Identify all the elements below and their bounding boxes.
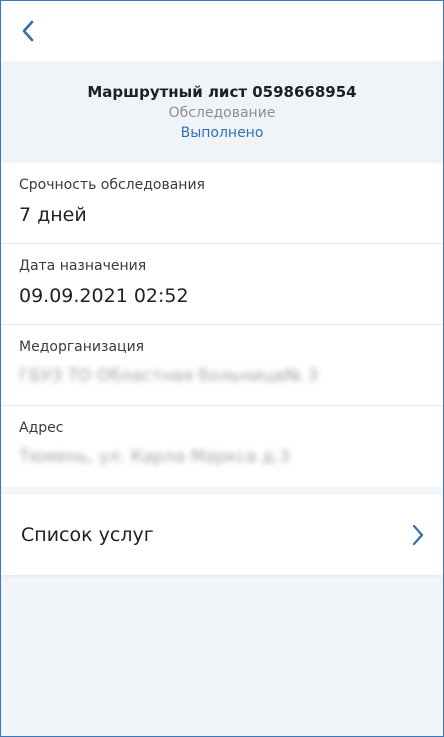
route-sheet-title: Маршрутный лист 0598668954 xyxy=(87,83,357,101)
services-list-label: Список услуг xyxy=(21,524,154,546)
field-address: Адрес Тюмень, ул. Карла Маркса д.3 xyxy=(1,406,443,487)
field-label: Срочность обследования xyxy=(19,177,205,193)
chevron-left-icon xyxy=(22,20,34,42)
field-medical-organization: Медорганизация ГБУЗ ТО Областная больниц… xyxy=(1,325,443,406)
route-sheet-header: Маршрутный лист 0598668954 Обследование … xyxy=(1,61,443,163)
field-label: Дата назначения xyxy=(19,258,147,274)
services-list-button[interactable]: Список услуг xyxy=(1,495,443,575)
field-label: Адрес xyxy=(19,420,64,436)
field-label: Медорганизация xyxy=(19,339,145,355)
app-screen: Маршрутный лист 0598668954 Обследование … xyxy=(0,0,444,737)
field-value: 09.09.2021 02:52 xyxy=(19,285,189,307)
field-appointment-date: Дата назначения 09.09.2021 02:52 xyxy=(1,244,443,325)
chevron-right-icon xyxy=(411,524,425,546)
field-value: 7 дней xyxy=(19,204,87,226)
field-value: ГБУЗ ТО Областная больница№ 3 xyxy=(19,366,319,386)
route-sheet-type: Обследование xyxy=(168,105,276,121)
status-badge: Выполнено xyxy=(180,125,264,141)
top-bar xyxy=(1,1,443,61)
field-value: Тюмень, ул. Карла Маркса д.3 xyxy=(19,447,290,467)
details-list: Срочность обследования 7 дней Дата назна… xyxy=(1,163,443,487)
back-button[interactable] xyxy=(21,17,43,45)
field-urgency: Срочность обследования 7 дней xyxy=(1,163,443,244)
